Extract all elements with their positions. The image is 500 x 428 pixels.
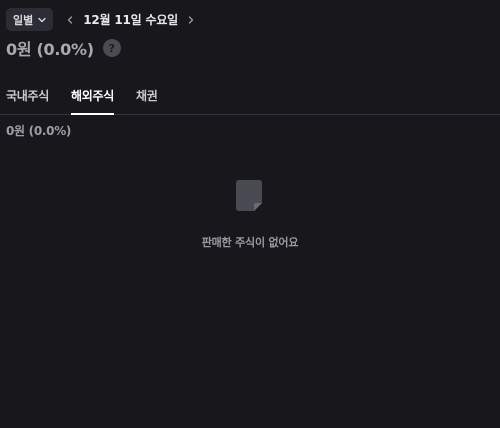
empty-state: 판매한 주식이 없어요 (0, 178, 500, 250)
period-select-label: 일별 (13, 13, 34, 27)
tab-bonds[interactable]: 채권 (136, 84, 158, 114)
empty-message: 판매한 주식이 없어요 (201, 236, 299, 249)
tab-overseas-stocks[interactable]: 해외주식 (71, 84, 114, 115)
previous-day-button[interactable] (62, 10, 78, 30)
market-tabs: 국내주식 해외주식 채권 (0, 84, 500, 115)
date-navigation: 일별 12월 11일 수요일 (6, 8, 199, 31)
help-icon[interactable]: ? (102, 39, 121, 57)
next-day-button[interactable] (183, 10, 199, 30)
period-select[interactable]: 일별 (6, 8, 54, 31)
profit-summary: 0원 (0.0%) ? (6, 36, 121, 60)
tab-amount: 0원 (0.0%) (6, 124, 72, 138)
current-date: 12월 11일 수요일 (83, 13, 179, 27)
sold-stocks-page: 일별 12월 11일 수요일 0원 (0.0%) ? 국내주식 해외주식 채권 … (0, 0, 500, 428)
chevron-down-icon (37, 15, 47, 25)
total-amount: 0원 (0.0%) (6, 40, 94, 59)
tab-domestic-stocks[interactable]: 국내주식 (6, 84, 49, 114)
chevron-left-icon (68, 15, 73, 24)
document-icon (236, 180, 262, 211)
chevron-right-icon (188, 15, 194, 24)
